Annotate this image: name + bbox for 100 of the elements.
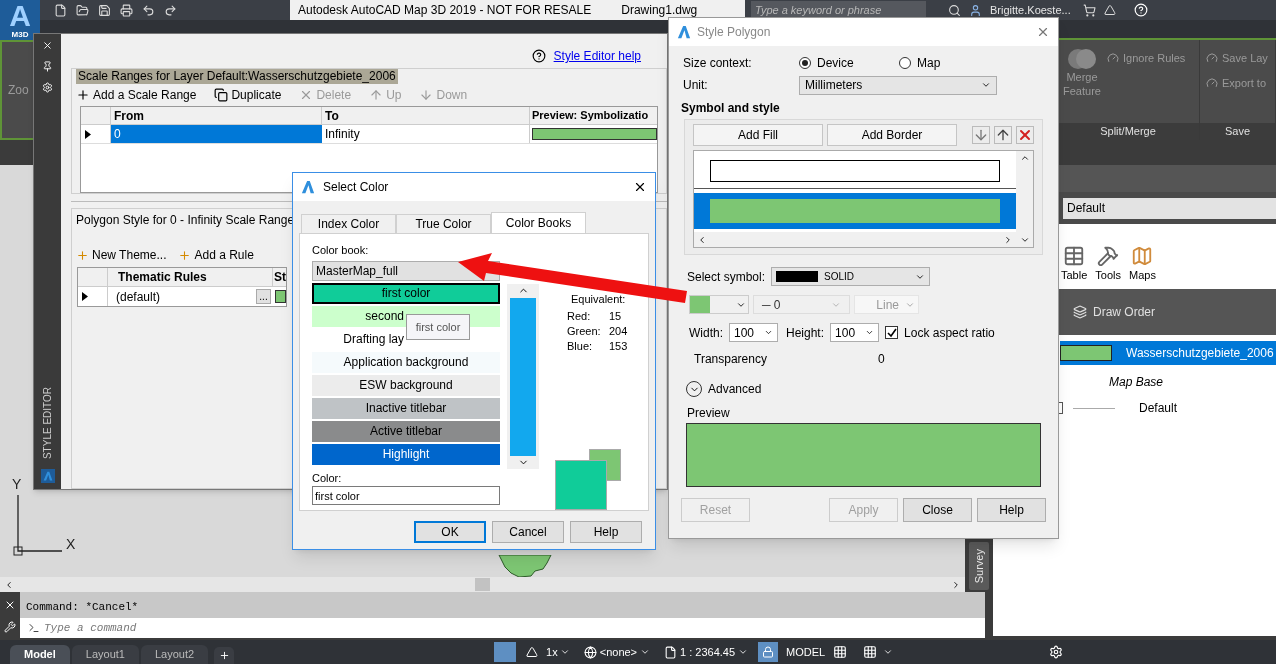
undo-icon[interactable] [142, 3, 155, 17]
fill-color-dropdown[interactable] [689, 295, 749, 314]
dialog-tab[interactable]: Color Books [491, 212, 586, 233]
channel-label: Red: [567, 308, 592, 323]
color-swatch-row[interactable]: ESW background [312, 374, 500, 396]
column-header[interactable]: Preview: Symbolizatio [530, 107, 657, 124]
survey-tab[interactable]: Survey [969, 542, 989, 590]
move-up-icon[interactable] [994, 126, 1012, 144]
scroll-left-icon[interactable] [697, 234, 707, 245]
triangle-icon[interactable] [1103, 4, 1116, 16]
table-cell[interactable]: 0 [111, 125, 322, 143]
color-swatch-row[interactable]: first color [312, 282, 500, 304]
draw-order-button[interactable]: Draw Order [1073, 303, 1155, 321]
close-icon[interactable] [42, 40, 53, 51]
layer-row[interactable]: Wasserschutzgebiete_2006 [1060, 341, 1276, 365]
help-icon[interactable] [1133, 3, 1148, 17]
radio-label[interactable]: Device [817, 54, 854, 72]
width-field[interactable]: 100 [729, 323, 778, 342]
toolbar-button[interactable]: Add a Scale Range [76, 86, 197, 104]
toolbar-button[interactable]: New Theme... [76, 246, 167, 264]
user-icon[interactable] [969, 3, 982, 17]
symbol-dropdown[interactable]: SOLID [771, 267, 931, 286]
check-icon [886, 327, 897, 338]
space-toggle[interactable]: MODEL [784, 643, 828, 661]
dialog-button[interactable]: Help [977, 498, 1046, 522]
dialog-button[interactable]: OK [414, 521, 486, 543]
map-dropdown[interactable]: Default [1063, 197, 1276, 219]
scrollbar-thumb[interactable] [510, 297, 536, 456]
task-pane-tool[interactable]: Maps [1129, 244, 1156, 283]
panel-title[interactable]: Save [1200, 123, 1275, 140]
toolbar-button[interactable]: Duplicate [214, 86, 282, 104]
layout-tab[interactable]: Layout1 [71, 645, 139, 664]
lock-aspect-checkbox[interactable] [885, 326, 899, 339]
table-cell[interactable]: Infinity [322, 125, 530, 143]
add-layout-icon[interactable] [218, 650, 230, 661]
field-label: Color: [312, 470, 343, 486]
browse-button[interactable]: ... [256, 289, 271, 304]
settings-icon[interactable] [42, 82, 53, 93]
scroll-left-icon[interactable] [4, 579, 14, 590]
scrollbar-thumb[interactable] [475, 578, 490, 591]
advanced-toggle[interactable]: Advanced [686, 380, 762, 398]
search-icon[interactable] [948, 3, 961, 17]
scroll-right-icon[interactable] [951, 579, 961, 590]
new-color-swatch [555, 460, 607, 510]
user-name[interactable]: Brigitte.Koeste... [990, 1, 1071, 19]
dialog-button[interactable]: Close [903, 498, 972, 522]
radio-label[interactable]: Map [917, 54, 941, 72]
scale-button[interactable]: 1x [522, 643, 574, 661]
color-swatch-row[interactable]: Application background [312, 351, 500, 373]
dialog-tab[interactable]: Index Color [301, 214, 396, 233]
unit-dropdown[interactable]: Millimeters [799, 75, 997, 95]
caret-icon[interactable] [883, 647, 894, 657]
model-space-icon[interactable] [494, 642, 517, 662]
dialog-button[interactable]: Help [570, 521, 642, 543]
grid-icon[interactable] [833, 645, 848, 659]
layout-tab[interactable]: Model [10, 645, 70, 664]
color-swatch-row[interactable]: Inactive titlebar [312, 397, 500, 419]
dialog-tab[interactable]: True Color [396, 214, 491, 233]
column-header[interactable]: From [111, 107, 322, 124]
task-pane-tool[interactable]: Tools [1095, 244, 1121, 283]
add-symbol-button[interactable]: Add Fill [693, 124, 823, 146]
lock-button[interactable] [758, 642, 779, 662]
cart-icon[interactable] [1082, 3, 1096, 17]
coordinate-system-button[interactable]: <none> [579, 643, 655, 661]
add-symbol-button[interactable]: Add Border [827, 124, 957, 146]
close-icon[interactable] [4, 599, 16, 611]
print-icon[interactable] [120, 3, 133, 17]
column-header[interactable]: To [322, 107, 530, 124]
new-file-icon[interactable] [54, 3, 67, 17]
task-pane-tool[interactable]: Table [1061, 244, 1088, 283]
settings-icon[interactable] [1049, 645, 1064, 659]
column-header[interactable]: St [273, 268, 286, 286]
color-swatch-row[interactable]: Highlight [312, 443, 500, 465]
close-icon[interactable] [633, 180, 647, 194]
table-cell[interactable]: (default) [116, 287, 161, 306]
scroll-up-icon[interactable] [1019, 153, 1030, 163]
height-field[interactable]: 100 [830, 323, 880, 342]
snap-icon[interactable] [863, 645, 878, 659]
row-pointer-icon [82, 292, 88, 301]
layout-tab[interactable]: Layout2 [140, 645, 209, 664]
open-folder-icon[interactable] [76, 3, 89, 17]
color-swatch-row[interactable]: Active titlebar [312, 420, 500, 442]
radio-button[interactable] [799, 57, 811, 69]
app-logo-button[interactable]: A M3D [0, 0, 40, 40]
column-header[interactable]: Thematic Rules [108, 268, 273, 286]
redo-icon[interactable] [164, 3, 177, 17]
scroll-right-icon[interactable] [1003, 234, 1013, 245]
color-name-field[interactable]: first color [312, 486, 500, 505]
map-scale-button[interactable]: 1 : 2364.45 [660, 643, 753, 661]
scroll-down-icon[interactable] [1019, 235, 1030, 245]
radio-button[interactable] [899, 57, 911, 69]
pin-icon[interactable] [42, 61, 53, 72]
panel-title[interactable]: Split/Merge [1057, 123, 1199, 140]
move-down-icon[interactable] [972, 126, 990, 144]
delete-icon[interactable] [1016, 126, 1034, 144]
dialog-button[interactable]: Cancel [492, 521, 564, 543]
wrench-icon[interactable] [4, 621, 16, 633]
toolbar-button[interactable]: Add a Rule [178, 246, 254, 264]
save-icon[interactable] [98, 3, 111, 17]
help-link[interactable]: Style Editor help [553, 47, 641, 65]
